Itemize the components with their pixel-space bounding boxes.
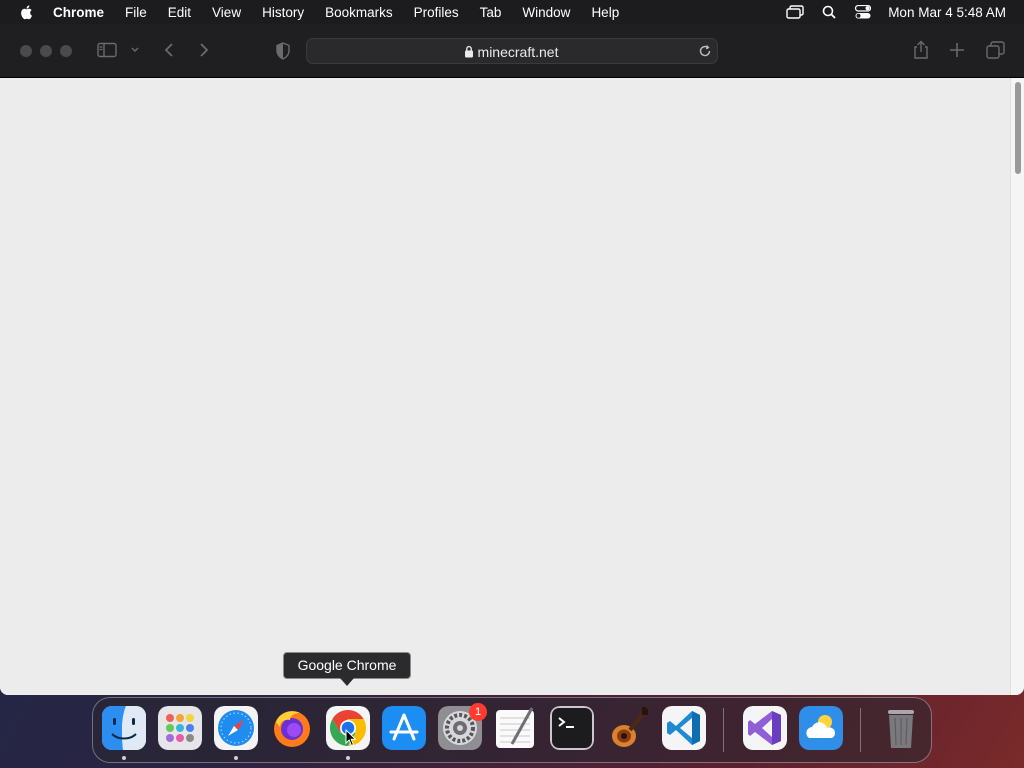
chevron-down-icon[interactable]	[130, 46, 140, 54]
status-area: Mon Mar 4 5:48 AM	[786, 0, 1006, 24]
vertical-scrollbar[interactable]	[1010, 78, 1024, 695]
back-icon[interactable]	[162, 42, 176, 58]
menu-tab[interactable]: Tab	[480, 5, 502, 20]
dock-tooltip-arrow	[340, 678, 354, 686]
visual-studio-icon[interactable]	[743, 706, 787, 750]
spotlight-search-icon[interactable]	[820, 4, 838, 20]
browser-toolbar: minecraft.net	[0, 24, 1024, 78]
menu-bar: Chrome File Edit View History Bookmarks …	[0, 0, 1024, 24]
finder-icon[interactable]	[102, 706, 146, 750]
address-bar[interactable]: minecraft.net	[306, 38, 718, 64]
menu-app-name[interactable]: Chrome	[53, 5, 104, 20]
textedit-icon[interactable]	[494, 706, 538, 750]
launchpad-icon[interactable]	[158, 706, 202, 750]
dock-separator	[723, 708, 724, 752]
terminal-icon[interactable]	[550, 706, 594, 750]
forward-icon[interactable]	[197, 42, 211, 58]
menu-view[interactable]: View	[212, 5, 241, 20]
notification-badge: 1	[469, 703, 487, 721]
running-indicator	[122, 756, 126, 760]
menu-window[interactable]: Window	[522, 5, 570, 20]
scrollbar-thumb[interactable]	[1015, 82, 1021, 174]
control-center-icon[interactable]	[854, 4, 872, 20]
menu-history[interactable]: History	[262, 5, 304, 20]
menu-clock[interactable]: Mon Mar 4 5:48 AM	[888, 5, 1006, 20]
zoom-window-button[interactable]	[60, 45, 72, 57]
close-window-button[interactable]	[20, 45, 32, 57]
mouse-pointer-icon	[345, 729, 357, 747]
reload-icon[interactable]	[698, 44, 712, 58]
app-store-icon[interactable]	[382, 706, 426, 750]
minimize-window-button[interactable]	[40, 45, 52, 57]
screen-mirroring-icon[interactable]	[786, 4, 804, 20]
menu-edit[interactable]: Edit	[168, 5, 191, 20]
apple-menu-icon[interactable]	[19, 4, 35, 20]
visual-studio-code-icon[interactable]	[662, 706, 706, 750]
safari-icon[interactable]	[214, 706, 258, 750]
running-indicator	[346, 756, 350, 760]
firefox-icon[interactable]	[270, 706, 314, 750]
web-content-area[interactable]	[0, 78, 1010, 695]
address-bar-url: minecraft.net	[477, 44, 559, 60]
weather-icon[interactable]	[799, 706, 843, 750]
sidebar-toggle-icon[interactable]	[97, 42, 117, 58]
running-indicator	[234, 756, 238, 760]
trash-icon[interactable]	[879, 706, 923, 750]
dock-tooltip: Google Chrome	[283, 652, 411, 679]
menu-help[interactable]: Help	[591, 5, 619, 20]
menu-file[interactable]: File	[125, 5, 147, 20]
browser-window: minecraft.net	[0, 24, 1024, 695]
dock-separator	[860, 708, 861, 752]
menu-bookmarks[interactable]: Bookmarks	[325, 5, 393, 20]
dock	[92, 697, 932, 763]
new-tab-icon[interactable]	[949, 42, 965, 58]
menu-profiles[interactable]: Profiles	[414, 5, 459, 20]
tab-overview-icon[interactable]	[986, 41, 1005, 59]
share-icon[interactable]	[912, 40, 930, 60]
garageband-icon[interactable]	[606, 706, 650, 750]
privacy-shield-icon[interactable]	[275, 42, 291, 60]
